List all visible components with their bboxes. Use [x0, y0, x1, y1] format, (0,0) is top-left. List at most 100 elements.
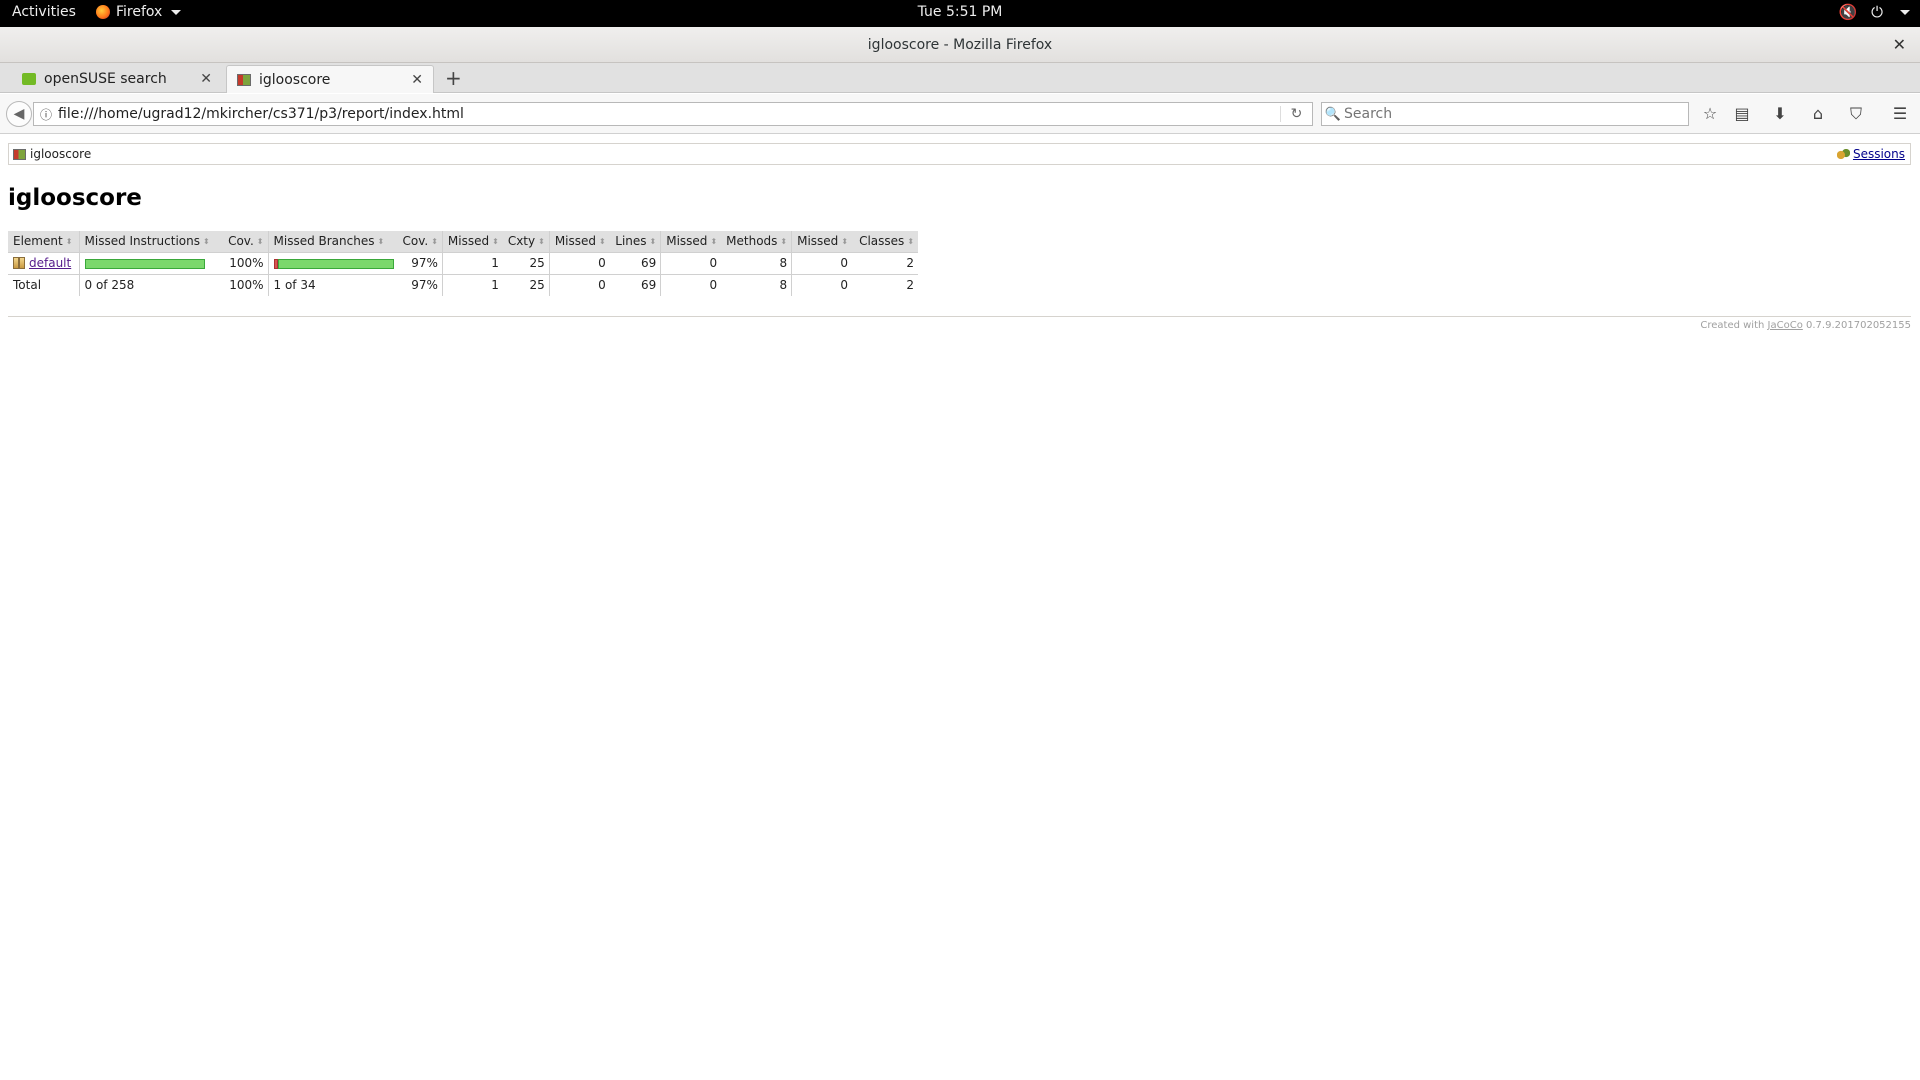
coverage-table: Element ⬍ Missed Instructions ⬍ Cov. ⬍ Miss…	[8, 231, 919, 296]
header-label: Element	[13, 234, 63, 249]
search-input[interactable]	[1344, 106, 1688, 122]
report-icon	[13, 148, 26, 160]
total-missed-cxty-cell: 1	[441, 273, 503, 296]
header-label: Missed Instructions	[84, 234, 200, 249]
methods-cell: 8	[779, 256, 788, 270]
search-bar[interactable]: 🔍	[1321, 102, 1689, 126]
missed-classes-cell: 0	[791, 252, 853, 274]
reading-list-icon[interactable]: ▤	[1730, 102, 1754, 126]
total-cxty-cell: 25	[502, 273, 550, 296]
sessions-link[interactable]: Sessions	[1853, 147, 1905, 161]
header-label: Lines	[615, 234, 647, 249]
header-label: Missed	[447, 234, 490, 249]
header-missed-cxty[interactable]: Missed ⬍	[441, 231, 503, 253]
report-footer: Created with JaCoCo 0.7.9.201702052155	[8, 316, 1911, 331]
breadcrumb-label: iglooscore	[30, 147, 92, 161]
table-total-row: Total 0 of 258 100% 1 of 34 97% 1 25 0 6…	[8, 273, 919, 296]
sort-icon: ⬍	[841, 237, 849, 247]
bookmark-star-icon[interactable]: ☆	[1698, 102, 1722, 126]
system-tray[interactable]: 🔇 ⏻	[1838, 3, 1910, 21]
total-instructions-coverage-cell: 100%	[215, 273, 268, 296]
header-cxty[interactable]: Cxty ⬍	[502, 231, 550, 253]
total-methods-cell: 8	[721, 273, 792, 296]
tab-opensuse-search[interactable]: openSUSE search ✕	[0, 65, 222, 93]
total-label-cell: Total	[8, 273, 79, 296]
search-icon: 🔍	[1324, 106, 1342, 122]
total-classes-cell: 2	[852, 273, 919, 296]
header-missed-lines[interactable]: Missed ⬍	[548, 231, 610, 253]
jacoco-version: 0.7.9.201702052155	[1806, 320, 1911, 331]
sessions-link-wrapper: Sessions	[1836, 147, 1905, 161]
sort-icon: ⬍	[377, 237, 385, 247]
header-branches-coverage[interactable]: Cov. ⬍	[397, 231, 443, 253]
sort-icon: ⬍	[780, 237, 788, 247]
classes-cell: 2	[906, 256, 915, 270]
power-icon: ⏻	[1871, 3, 1883, 21]
home-icon[interactable]: ⌂	[1806, 102, 1830, 126]
missed-methods-cell: 0	[660, 252, 722, 274]
sort-icon: ⬍	[599, 237, 606, 247]
tab-label: iglooscore	[259, 71, 331, 88]
total-missed-branches-cell: 1 of 34	[267, 273, 398, 296]
header-missed-classes[interactable]: Missed ⬍	[791, 231, 853, 253]
header-label: Missed	[554, 234, 597, 249]
volume-muted-icon: 🔇	[1838, 3, 1858, 21]
reload-icon[interactable]: ↻	[1280, 106, 1312, 122]
close-window-icon[interactable]: ✕	[1893, 27, 1906, 63]
total-missed-methods-cell: 0	[660, 273, 722, 296]
sort-icon: ⬍	[65, 237, 73, 247]
opensuse-favicon-icon	[22, 73, 36, 85]
back-arrow-icon[interactable]: ◀	[6, 101, 32, 127]
header-instructions-coverage[interactable]: Cov. ⬍	[215, 231, 268, 253]
instructions-coverage-bar	[84, 258, 205, 269]
download-icon[interactable]: ⬇	[1768, 102, 1792, 126]
table-row: default 100% 97% 1 25 0 69 0 8 0 2	[8, 252, 918, 274]
tab-label: openSUSE search	[44, 71, 167, 87]
branches-coverage-cell: 97%	[411, 256, 438, 270]
close-tab-icon[interactable]: ✕	[200, 71, 212, 87]
missed-lines-cell: 0	[548, 252, 610, 274]
sort-icon: ⬍	[710, 237, 718, 247]
window-title: iglooscore - Mozilla Firefox	[867, 37, 1053, 53]
jacoco-link[interactable]: JaCoCo	[1768, 320, 1803, 331]
created-with-label: Created with	[1700, 320, 1765, 331]
total-lines-cell: 69	[609, 273, 661, 296]
header-label: Missed	[666, 234, 708, 249]
new-tab-icon[interactable]: +	[445, 66, 462, 90]
sort-icon: ⬍	[256, 237, 264, 247]
sort-desc-icon: ⬍	[202, 237, 210, 247]
clock[interactable]: Tue 5:51 PM	[0, 4, 1920, 20]
sort-icon: ⬍	[492, 237, 499, 247]
hamburger-menu-icon[interactable]: ☰	[1888, 102, 1912, 126]
header-missed-instructions[interactable]: Missed Instructions ⬍	[78, 231, 215, 253]
close-tab-icon[interactable]: ✕	[411, 72, 423, 88]
instructions-bar-cell	[78, 252, 215, 274]
system-top-bar: Activities Firefox Tue 5:51 PM 🔇 ⏻	[0, 0, 1920, 27]
lines-cell: 69	[640, 256, 657, 270]
pocket-icon[interactable]: ⛉	[1844, 102, 1868, 126]
total-branches-coverage-cell: 97%	[397, 273, 443, 296]
url-bar[interactable]: ⓘ ↻	[33, 102, 1313, 126]
header-element[interactable]: Element ⬍	[8, 231, 79, 253]
branches-bar-cell	[267, 252, 398, 274]
cxty-cell: 25	[529, 256, 545, 270]
total-missed-instructions-cell: 0 of 258	[78, 273, 215, 296]
breadcrumb: iglooscore Sessions	[8, 143, 1911, 165]
default-package-link[interactable]: default	[29, 256, 71, 270]
header-missed-methods[interactable]: Missed ⬍	[660, 231, 722, 253]
element-cell: default	[8, 252, 79, 274]
sort-icon: ⬍	[538, 237, 545, 247]
info-icon[interactable]: ⓘ	[34, 106, 58, 123]
header-classes[interactable]: Classes ⬍	[852, 231, 919, 253]
header-missed-branches[interactable]: Missed Branches ⬍	[267, 231, 398, 253]
header-methods[interactable]: Methods ⬍	[721, 231, 792, 253]
tab-iglooscore[interactable]: iglooscore ✕	[226, 65, 434, 93]
report-favicon-icon	[237, 73, 251, 86]
url-input[interactable]	[58, 106, 1280, 122]
total-missed-lines-cell: 0	[548, 273, 610, 296]
sort-icon: ⬍	[907, 237, 915, 247]
header-label: Methods	[726, 234, 778, 249]
header-lines[interactable]: Lines ⬍	[609, 231, 661, 253]
branches-coverage-bar	[273, 258, 394, 269]
sort-icon: ⬍	[649, 237, 657, 247]
